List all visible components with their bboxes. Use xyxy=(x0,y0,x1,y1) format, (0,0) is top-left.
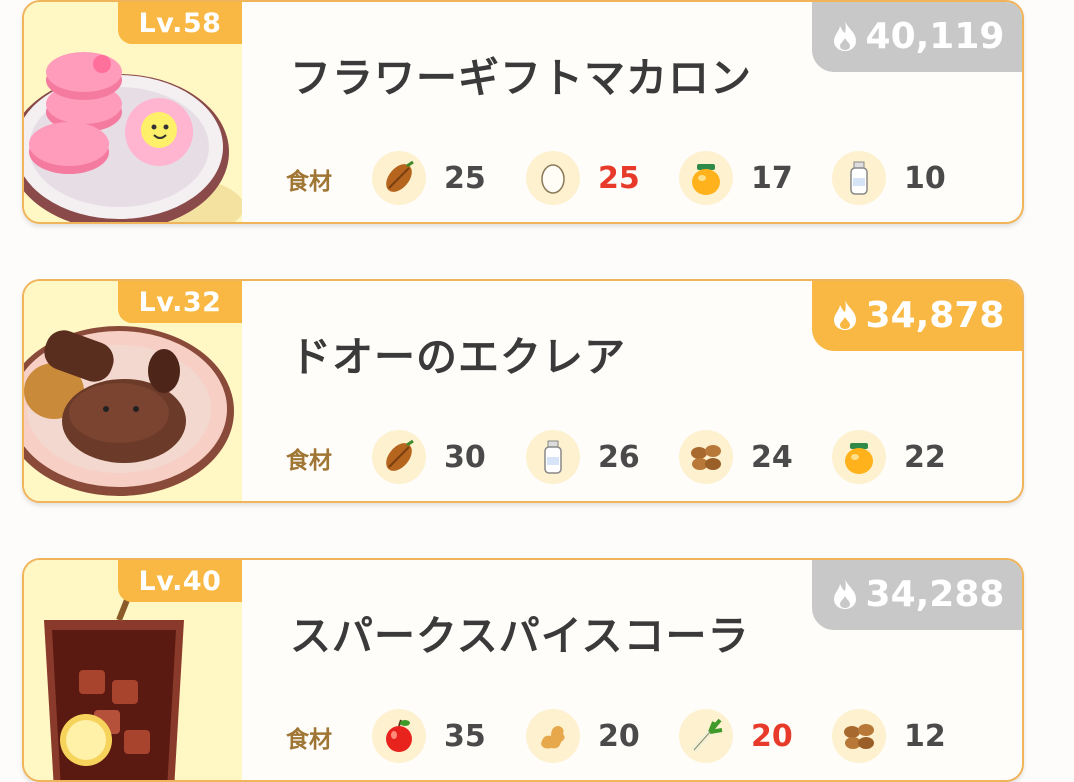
ingredient-qty: 30 xyxy=(444,439,486,475)
ingredient-qty: 26 xyxy=(598,439,640,475)
ingredient-item: 17 xyxy=(679,150,819,206)
ingredient-item: 10 xyxy=(832,150,972,206)
ingredient-item: 25 xyxy=(526,150,666,206)
recipe-card[interactable]: Lv.40 スパークスパイスコーラ 34,288 食材 35 20 20 12 xyxy=(22,558,1024,782)
recipe-card[interactable]: Lv.58 フラワーギフトマカロン 40,119 食材 25 25 17 10 xyxy=(22,0,1024,224)
milk-bottle-icon xyxy=(832,151,886,205)
ingredient-qty: 24 xyxy=(751,439,793,475)
honey-jar-icon xyxy=(679,151,733,205)
cacao-icon xyxy=(372,430,426,484)
ingredient-qty: 17 xyxy=(751,160,793,196)
apple-icon xyxy=(372,709,426,763)
ingredient-qty: 22 xyxy=(904,439,946,475)
ingredient-qty: 20 xyxy=(751,718,793,754)
nuts-icon xyxy=(679,430,733,484)
egg-icon xyxy=(526,151,580,205)
flame-icon xyxy=(833,21,856,51)
nuts-icon xyxy=(832,709,886,763)
leek-icon xyxy=(679,709,733,763)
honey-jar-icon xyxy=(832,430,886,484)
power-value: 34,288 xyxy=(865,573,1005,615)
level-badge: Lv.40 xyxy=(118,560,242,602)
flame-icon xyxy=(833,300,856,330)
ingredient-item: 22 xyxy=(832,429,972,485)
ingredients-label: 食材 xyxy=(286,448,332,474)
recipe-name: スパークスパイスコーラ xyxy=(290,612,750,660)
ingredient-item: 20 xyxy=(679,708,819,764)
ingredient-item: 35 xyxy=(372,708,512,764)
ingredients-label: 食材 xyxy=(286,727,332,753)
ingredient-item: 26 xyxy=(526,429,666,485)
ginger-icon xyxy=(526,709,580,763)
recipe-card[interactable]: Lv.32 ドオーのエクレア 34,878 食材 30 26 24 22 xyxy=(22,279,1024,503)
power-value: 40,119 xyxy=(865,15,1005,57)
ingredient-qty: 10 xyxy=(904,160,946,196)
recipe-name: ドオーのエクレア xyxy=(290,333,626,381)
cacao-icon xyxy=(372,151,426,205)
power-badge: 40,119 xyxy=(812,2,1022,72)
ingredient-qty: 35 xyxy=(444,718,486,754)
ingredient-qty: 25 xyxy=(598,160,640,196)
ingredient-qty: 12 xyxy=(904,718,946,754)
power-badge: 34,878 xyxy=(812,281,1022,351)
ingredients-label: 食材 xyxy=(286,169,332,195)
flame-icon xyxy=(833,579,856,609)
power-value: 34,878 xyxy=(865,294,1005,336)
milk-bottle-icon xyxy=(526,430,580,484)
ingredient-item: 30 xyxy=(372,429,512,485)
ingredient-item: 12 xyxy=(832,708,972,764)
level-badge: Lv.58 xyxy=(118,2,242,44)
ingredient-qty: 25 xyxy=(444,160,486,196)
ingredient-item: 24 xyxy=(679,429,819,485)
power-badge: 34,288 xyxy=(812,560,1022,630)
ingredient-item: 25 xyxy=(372,150,512,206)
ingredient-qty: 20 xyxy=(598,718,640,754)
recipe-name: フラワーギフトマカロン xyxy=(290,54,752,102)
ingredient-item: 20 xyxy=(526,708,666,764)
level-badge: Lv.32 xyxy=(118,281,242,323)
